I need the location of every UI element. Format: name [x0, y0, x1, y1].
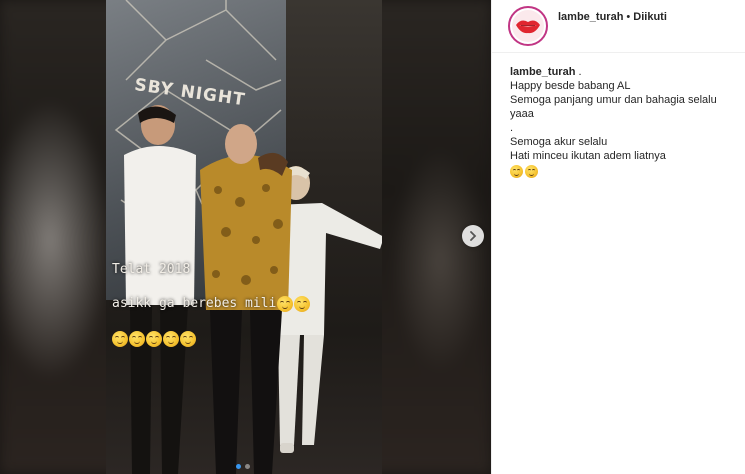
post-caption: lambe_turah . Happy besde babang AL Semo…	[492, 53, 745, 178]
avatar[interactable]	[508, 6, 548, 46]
video-frame[interactable]: SBY NIGHT Telat 2018 asikk ga berebes mi…	[106, 0, 382, 474]
crying-laughing-emoji	[180, 331, 196, 347]
crying-laughing-emoji	[525, 165, 538, 178]
caption-username-suffix: .	[575, 66, 582, 78]
person-bald-head	[225, 124, 257, 164]
post-side-panel: lambe_turah • Diikuti lambe_turah . Happ…	[491, 0, 745, 474]
overlay-emoji-row	[112, 331, 372, 347]
caption-header: lambe_turah .	[510, 65, 727, 79]
crying-laughing-emoji	[163, 331, 179, 347]
crying-laughing-emoji	[510, 165, 523, 178]
caption-line: yaaa	[510, 108, 534, 120]
crying-laughing-emoji	[146, 331, 162, 347]
caption-line: Happy besde babang AL	[510, 80, 631, 92]
next-slide-button[interactable]	[462, 225, 484, 247]
story-overlay-text: Telat 2018 asikk ga berebes mili	[112, 244, 372, 364]
caption-emojis	[510, 165, 727, 178]
carousel-dot	[245, 464, 250, 469]
post-header: lambe_turah • Diikuti	[492, 0, 745, 53]
post-media[interactable]: SBY NIGHT Telat 2018 asikk ga berebes mi…	[0, 0, 491, 474]
lips-logo-icon	[512, 10, 544, 42]
header-separator: •	[626, 11, 631, 23]
crying-laughing-emoji	[277, 295, 294, 312]
caption-line: Semoga panjang umur dan bahagia selalu	[510, 94, 717, 106]
overlay-line-2-row: asikk ga berebes mili	[112, 295, 372, 312]
crying-laughing-emoji	[294, 295, 311, 312]
chevron-right-icon	[470, 231, 477, 241]
crying-laughing-emoji	[129, 331, 145, 347]
carousel-dot-active	[236, 464, 241, 469]
header-text: lambe_turah • Diikuti	[558, 11, 667, 23]
crying-laughing-emoji	[112, 331, 128, 347]
caption-username[interactable]: lambe_turah	[510, 66, 575, 78]
caption-line: .	[510, 122, 514, 134]
carousel-indicator	[236, 464, 250, 469]
overlay-line-1: Telat 2018	[112, 262, 191, 277]
overlay-line-2: asikk ga berebes mili	[112, 296, 277, 311]
follow-status-button[interactable]: Diikuti	[633, 11, 667, 23]
caption-line: Semoga akur selalu	[510, 136, 608, 148]
header-username[interactable]: lambe_turah	[558, 11, 623, 23]
caption-line: Hati minceu ikutan adem liatnya	[510, 150, 666, 162]
